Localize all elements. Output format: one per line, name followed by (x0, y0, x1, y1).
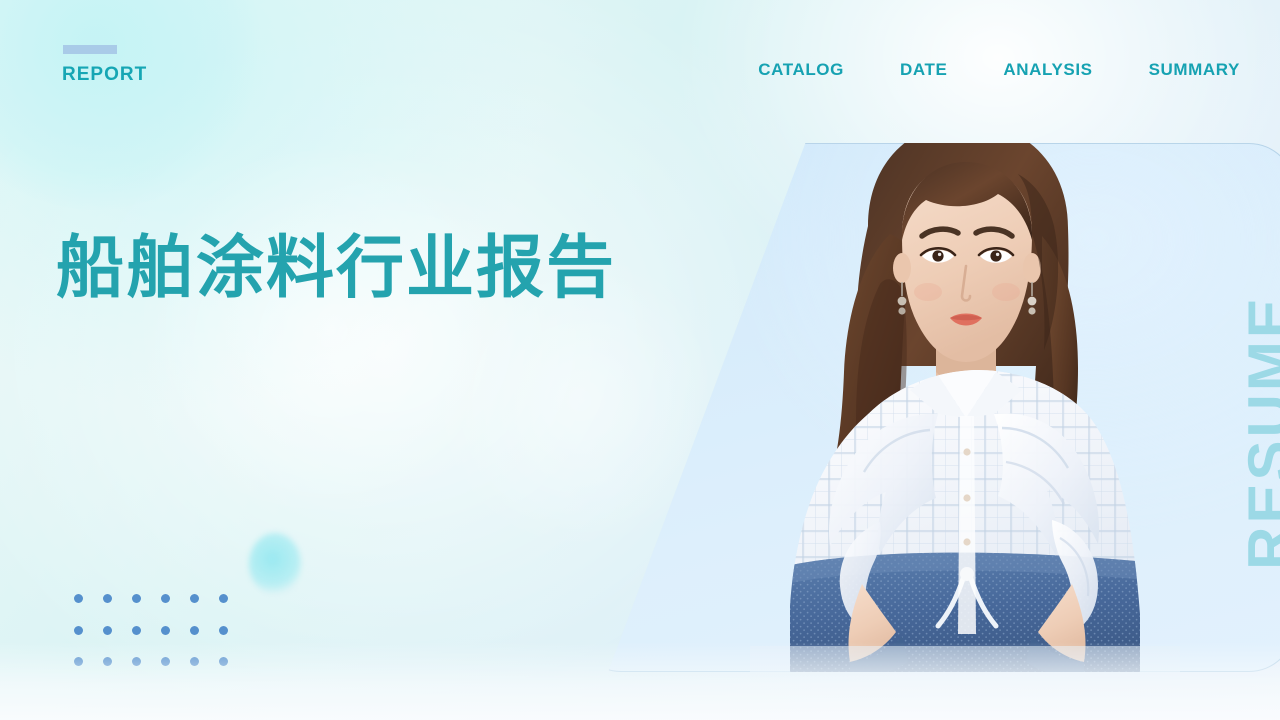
background-blob-center (120, 150, 540, 510)
dot (132, 625, 141, 635)
nav-item-date[interactable]: DATE (900, 60, 947, 80)
nav-item-catalog[interactable]: CATALOG (758, 60, 844, 80)
dot (74, 594, 83, 603)
background-blob-cyan-small (249, 533, 301, 595)
dot (219, 657, 228, 666)
dot (161, 625, 170, 635)
slide-canvas: REPORT CATALOG DATE ANALYSIS SUMMARY 船舶涂… (0, 0, 1280, 720)
dot (190, 657, 199, 666)
dot (132, 594, 141, 603)
background-blob-top-left (0, 0, 260, 210)
kicker-bar-icon (63, 45, 117, 54)
photo-panel: RESUME (608, 143, 1280, 672)
top-navigation: CATALOG DATE ANALYSIS SUMMARY (758, 60, 1240, 80)
page-title: 船舶涂料行业报告 (56, 229, 617, 306)
dot (190, 594, 199, 603)
dot (219, 594, 228, 603)
dot (74, 625, 83, 635)
dot (74, 657, 83, 666)
dot (103, 625, 112, 635)
nav-item-summary[interactable]: SUMMARY (1149, 60, 1240, 80)
dot (161, 657, 170, 666)
dot-grid-icon (74, 594, 248, 689)
dot (103, 594, 112, 603)
dot (103, 657, 112, 666)
dot (161, 594, 170, 603)
dot (190, 625, 199, 635)
woman-portrait-photo (750, 143, 1180, 672)
kicker-label: REPORT (62, 64, 148, 85)
dot (219, 625, 228, 635)
dot (132, 657, 141, 666)
nav-item-analysis[interactable]: ANALYSIS (1003, 60, 1092, 80)
